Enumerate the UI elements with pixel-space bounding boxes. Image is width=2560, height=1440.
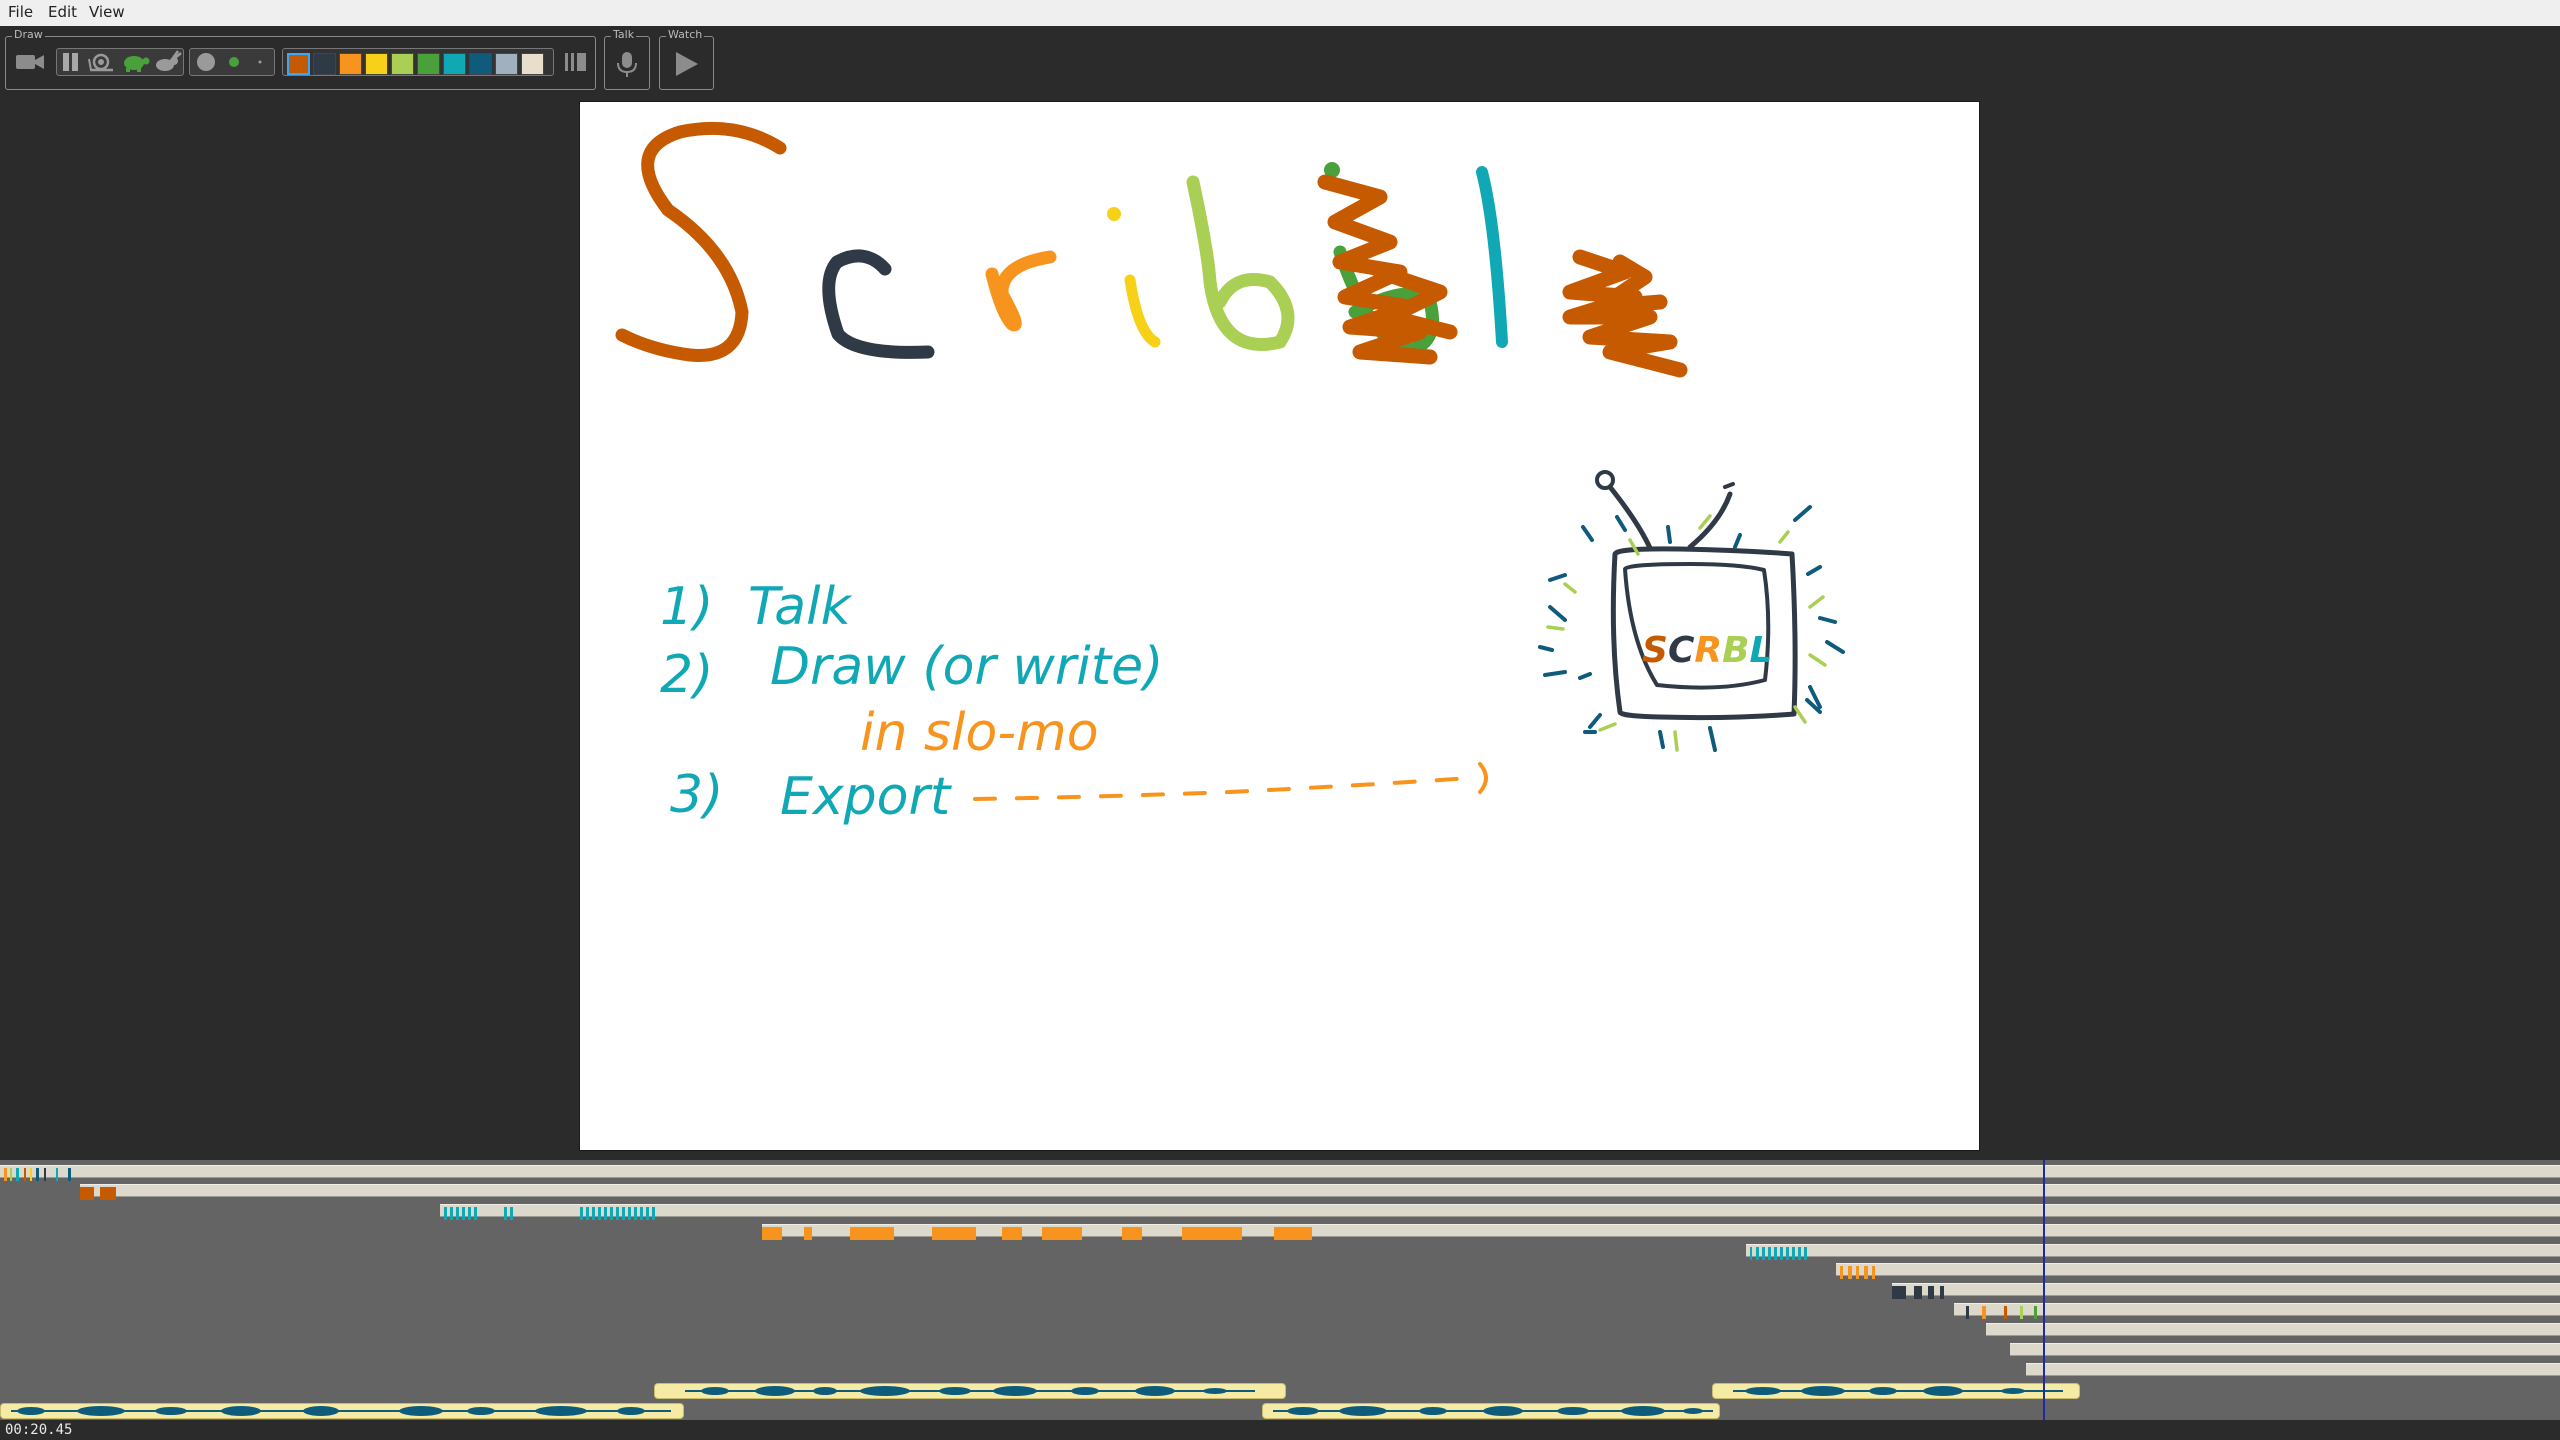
status-bar: 00:20.45 [0,1420,2560,1440]
step-3-text: Export [780,767,952,827]
color-swatch[interactable] [313,53,336,75]
draw-group-label: Draw [12,28,45,42]
eraser-icon[interactable] [561,49,591,75]
audio-clip[interactable] [1712,1383,2080,1399]
title-letter [1124,274,1161,348]
color-swatch[interactable] [391,53,414,75]
small-brush-dot-icon[interactable] [246,49,274,75]
step-2-text: Draw (or write) [770,637,1163,697]
microphone-icon[interactable] [610,49,644,79]
timeline-track[interactable] [0,1165,2560,1181]
title-scribble [1562,249,1688,378]
tv-illustration [1538,470,1845,752]
canvas-drawing: SCRBL 1) Talk 2) Draw (or write) in slo-… [615,121,1845,827]
play-icon[interactable] [668,49,704,79]
color-swatch[interactable] [495,53,518,75]
menu-edit[interactable]: Edit [48,3,77,21]
timeline[interactable] [0,1160,2560,1420]
menu-file[interactable]: File [8,3,33,21]
playhead-timecode: 00:20.45 [5,1422,73,1438]
title-letter [822,249,935,359]
turtle-icon[interactable] [119,49,151,75]
talk-group-label: Talk [611,28,637,42]
timeline-track[interactable] [80,1184,2560,1200]
draw-group: Draw [5,28,596,90]
title-letter [1476,166,1508,348]
color-swatch[interactable] [287,53,310,75]
toolbar: Draw Talk Watch [0,26,2560,100]
step-1-text: Talk [748,577,853,637]
color-swatch[interactable] [521,53,544,75]
playhead[interactable] [2043,1160,2045,1420]
export-arrow [973,776,1472,801]
timeline-track[interactable] [2026,1363,2560,1376]
drawing-canvas[interactable]: SCRBL 1) Talk 2) Draw (or write) in slo-… [579,101,1980,1151]
step-1-number: 1) [660,577,713,637]
color-swatch[interactable] [339,53,362,75]
audio-clip[interactable] [654,1383,1286,1399]
medium-brush-dot-icon[interactable] [220,49,248,75]
menu-bar: File Edit View [0,0,2560,27]
color-swatch[interactable] [469,53,492,75]
timeline-track[interactable] [1986,1323,2560,1336]
audio-clip[interactable] [1262,1403,1720,1419]
watch-group: Watch [659,28,714,90]
color-swatch[interactable] [443,53,466,75]
timeline-track[interactable] [762,1224,2560,1240]
timeline-track[interactable] [440,1204,2560,1220]
brush-size-controls [189,48,275,76]
step-3-number: 3) [670,765,723,825]
tv-screen-text: SCRBL [1642,630,1773,671]
speed-controls [56,48,184,76]
large-brush-dot-icon[interactable] [192,49,220,75]
title-letter [615,121,787,362]
title-letter [985,250,1057,332]
color-swatch[interactable] [365,53,388,75]
timeline-track[interactable] [2010,1343,2560,1356]
watch-group-label: Watch [666,28,705,42]
timeline-track[interactable] [1836,1263,2560,1279]
title-scribble [1317,174,1458,365]
step-2-number: 2) [660,645,713,705]
video-camera-icon[interactable] [13,49,47,75]
title-letter [1186,175,1295,351]
timeline-track[interactable] [1746,1244,2560,1260]
snail-icon[interactable] [85,49,117,75]
title-letter-dot [1107,207,1121,221]
menu-view[interactable]: View [89,3,125,21]
pause-icon[interactable] [59,49,83,75]
audio-clip[interactable] [0,1403,684,1419]
step-2-subtext: in slo-mo [860,703,1099,763]
rabbit-icon[interactable] [151,49,183,75]
color-swatch[interactable] [417,53,440,75]
color-palette [282,48,554,76]
timeline-track[interactable] [1892,1283,2560,1299]
talk-group: Talk [604,28,650,90]
